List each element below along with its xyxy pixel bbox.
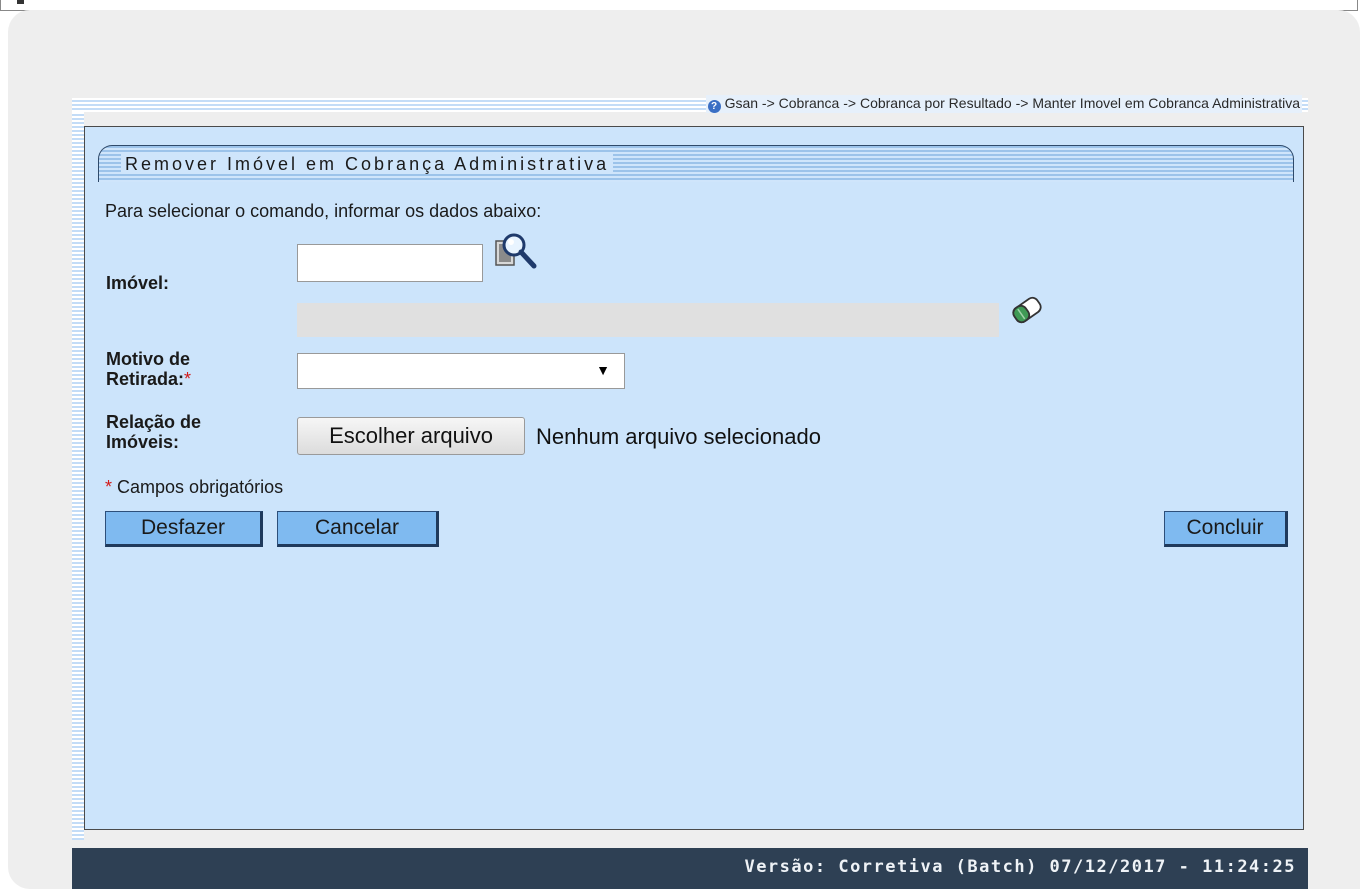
required-marker: * <box>184 369 192 389</box>
concluir-button[interactable]: Concluir <box>1164 511 1288 547</box>
file-status-text: Nenhum arquivo selecionado <box>536 424 821 449</box>
relacao-label: Relação de Imóveis: <box>106 412 201 452</box>
form-panel: Remover Imóvel em Cobrança Administrativ… <box>84 126 1304 830</box>
eraser-icon[interactable] <box>1007 291 1047 329</box>
required-fields-note: * Campos obrigatórios <box>105 477 283 498</box>
top-strip-mark <box>17 0 24 4</box>
footer-bar: Versão: Corretiva (Batch) 07/12/2017 - 1… <box>72 848 1308 889</box>
version-label: Versão: Corretiva (Batch) 07/12/2017 - 1… <box>744 857 1296 877</box>
relacao-label-line2: Imóveis: <box>106 432 180 452</box>
motivo-label-line1: Motivo de <box>106 349 190 369</box>
motivo-label: Motivo de Retirada:* <box>106 349 191 389</box>
motivo-label-line2: Retirada: <box>106 369 185 389</box>
page-title: Remover Imóvel em Cobrança Administrativ… <box>121 154 614 174</box>
form-instructions: Para selecionar o comando, informar os d… <box>105 201 542 221</box>
panel-title-bar: Remover Imóvel em Cobrança Administrativ… <box>98 145 1294 182</box>
required-note-marker: * <box>105 477 113 497</box>
relacao-label-line1: Relação de <box>106 412 202 432</box>
breadcrumb-bar: ? Gsan -> Cobranca -> Cobranca por Result… <box>72 95 1308 113</box>
help-icon[interactable]: ? <box>707 100 721 113</box>
left-stripe <box>72 112 84 840</box>
breadcrumb-text[interactable]: Gsan -> Cobranca -> Cobranca por Resulta… <box>725 95 1300 111</box>
motivo-retirada-select[interactable]: ▼ <box>297 353 625 389</box>
choose-file-button[interactable]: Escolher arquivo <box>297 417 525 455</box>
required-note-text: Campos obrigatórios <box>117 477 284 497</box>
cancelar-button[interactable]: Cancelar <box>277 511 439 547</box>
imovel-label: Imóvel: <box>106 273 170 293</box>
desfazer-button[interactable]: Desfazer <box>105 511 263 547</box>
imovel-input[interactable] <box>297 244 483 282</box>
dropdown-arrow-icon: ▼ <box>596 362 610 378</box>
breadcrumb: ? Gsan -> Cobranca -> Cobranca por Result… <box>705 95 1302 113</box>
imovel-description-field <box>297 303 999 337</box>
search-icon[interactable] <box>494 231 538 271</box>
